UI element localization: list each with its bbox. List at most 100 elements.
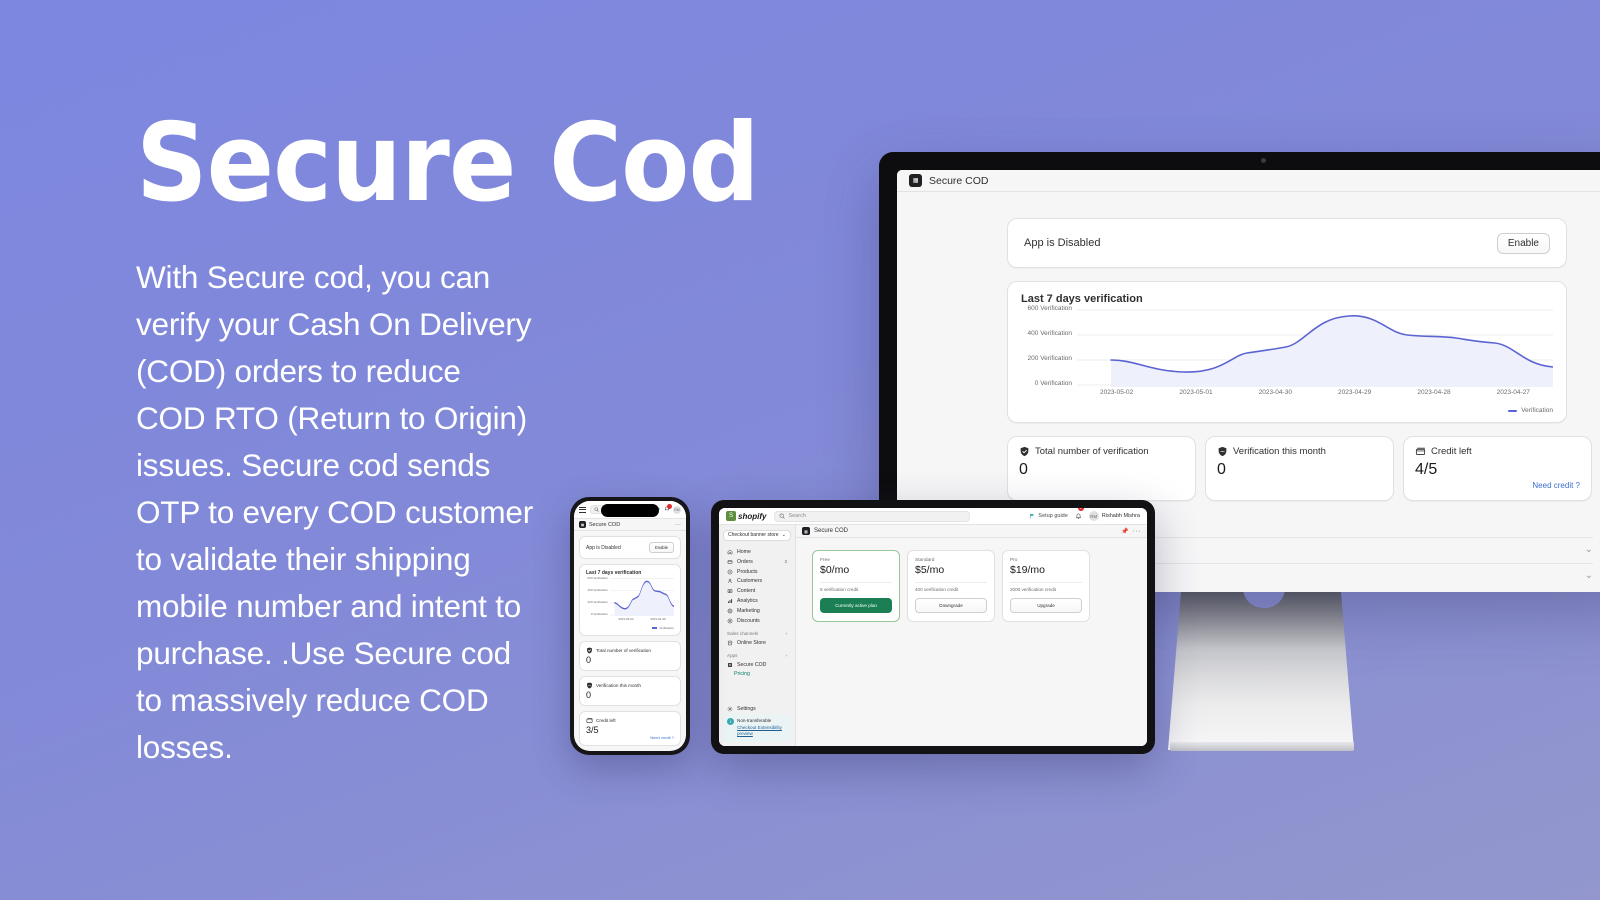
plan-action-button[interactable]: Currently active plan (820, 597, 892, 613)
customers-icon (727, 578, 733, 584)
app-grid-icon: ▦ (579, 521, 586, 528)
notice-link[interactable]: Checkout Extensibility (737, 725, 782, 730)
app-status-card: App is Disabled Enable (1007, 218, 1567, 268)
stat-value: 3/5 (586, 725, 599, 735)
shield-check-icon (1019, 446, 1030, 457)
sidebar-item-online-store[interactable]: Online Store (723, 638, 791, 648)
checkout-extensibility-notice[interactable]: i Non-transferable Checkout Extensibilit… (723, 714, 791, 742)
sidebar-item-products[interactable]: Products (723, 567, 791, 577)
sidebar-item-label: Analytics (737, 598, 758, 605)
monitor-stand-foot (1170, 742, 1354, 751)
content-icon (727, 588, 733, 594)
app-context-title: Secure COD (814, 528, 849, 534)
sales-channels-section-title: Sales channels › (723, 626, 791, 638)
search-placeholder: Search (788, 513, 806, 519)
desktop-app-title: Secure COD (929, 174, 989, 187)
phone-stat-card-month-verification: Verification this month 0 (579, 676, 681, 706)
plan-action-button[interactable]: Upgrade (1010, 597, 1082, 613)
enable-button[interactable]: Enable (1496, 232, 1550, 254)
marketing-icon (727, 608, 733, 614)
stat-label: Total number of verification (1035, 446, 1149, 457)
sidebar-subitem-pricing[interactable]: Pricing (723, 670, 791, 679)
shopify-bag-icon: S (726, 511, 736, 521)
setup-guide-button[interactable]: Setup guide (1029, 513, 1068, 519)
need-credit-link[interactable]: Need credit ? (1532, 481, 1580, 490)
chevron-right-icon[interactable]: › (785, 653, 787, 658)
user-menu[interactable]: RM Rishabh Mishra (1088, 511, 1140, 521)
x-tick-label: 2023-04-27 (1496, 389, 1530, 396)
phone-scroll-area[interactable]: App is Disabled Enable Last 7 days verif… (574, 531, 686, 751)
discounts-icon (727, 618, 733, 624)
y-tick-label: 0 Verification (590, 612, 608, 616)
user-name: Rishabh Mishra (1101, 513, 1140, 519)
chart-x-axis: 2023-05-02 2023-05-01 2023-04-30 2023-04… (1077, 389, 1553, 396)
sidebar-item-label: Settings (737, 706, 756, 713)
shopify-topbar: S shopify Search Setup guide RM Rishabh … (719, 508, 1147, 525)
credit-card-icon (1415, 446, 1426, 457)
notice-line-1: Non-transferable (737, 718, 772, 724)
plan-action-button[interactable]: Downgrade (915, 597, 987, 613)
y-tick-label: 200 Verification (587, 600, 608, 604)
stat-label: Credit left (596, 718, 616, 723)
chart-y-axis: 600 Verification 400 Verification 200 Ve… (586, 576, 609, 616)
plan-card-pro: Pro $19/mo 2000 verification credit Upgr… (1002, 550, 1090, 622)
more-horizontal-icon[interactable]: ··· (675, 522, 681, 528)
phone-dynamic-island (601, 504, 659, 517)
plan-card-standard: Standard $5/mo 400 verification credit D… (907, 550, 995, 622)
legend-label: Verification (659, 626, 674, 630)
flag-icon (1029, 513, 1035, 519)
sidebar-item-analytics[interactable]: Analytics (723, 596, 791, 606)
x-tick-label: 2023-05-02 (1100, 389, 1134, 396)
need-credit-link[interactable]: Need credit ? (650, 735, 674, 740)
sidebar-item-home[interactable]: Home (723, 547, 791, 557)
phone-bezel: Search RM ▦ Secure COD ··· (570, 497, 690, 755)
hero-description: With Secure cod, you can verify your Cas… (136, 259, 534, 765)
more-horizontal-icon[interactable]: ··· (1133, 528, 1142, 535)
tablet-device: S shopify Search Setup guide RM Rishabh … (711, 500, 1155, 754)
chart-area: 600 Verification 400 Verification 200 Ve… (1021, 305, 1554, 401)
chevron-right-icon[interactable]: › (785, 631, 787, 636)
sidebar-item-customers[interactable]: Customers (723, 577, 791, 587)
orders-icon (727, 559, 733, 565)
app-grid-icon: ▦ (802, 527, 810, 535)
avatar[interactable]: RM (673, 505, 681, 514)
enable-button[interactable]: Enable (648, 542, 674, 553)
phone-stat-card-total-verification: Total number of verification 0 (579, 641, 681, 671)
sidebar-item-orders[interactable]: Orders 3 (723, 557, 791, 567)
notifications-bell-icon[interactable] (664, 503, 672, 514)
shopify-logo[interactable]: S shopify (726, 511, 766, 521)
search-input[interactable]: Search (774, 510, 971, 522)
sidebar-item-discounts[interactable]: Discounts (723, 616, 791, 626)
notifications-bell-icon[interactable]: 1 (1075, 508, 1084, 525)
hamburger-menu-icon[interactable] (579, 506, 586, 513)
notice-line-3: preview (737, 730, 753, 736)
x-tick-label: 2023-04-30 (1258, 389, 1292, 396)
webcam-icon (1261, 158, 1266, 163)
chart-plot (1077, 309, 1554, 387)
sidebar-item-secure-cod[interactable]: Secure COD (723, 660, 791, 670)
plan-credit: 2000 verification credit (1010, 586, 1056, 592)
plan-price: $5/mo (915, 564, 945, 576)
plan-price: $0/mo (820, 564, 850, 576)
sidebar-item-label: Secure COD (737, 661, 767, 668)
shield-icon (586, 682, 593, 689)
section-label: Sales channels (727, 630, 759, 636)
notification-badge: 1 (1077, 508, 1084, 511)
shield-check-icon (586, 647, 593, 654)
y-tick-label: 200 Verification (1027, 355, 1072, 362)
store-icon (727, 640, 733, 646)
setup-guide-label: Setup guide (1038, 513, 1068, 519)
y-tick-label: 600 Verification (587, 576, 608, 580)
sidebar-item-marketing[interactable]: Marketing (723, 606, 791, 616)
pin-icon[interactable]: 📌 (1121, 528, 1128, 535)
products-icon (727, 569, 733, 575)
stat-value: 0 (586, 690, 592, 700)
sidebar-item-content[interactable]: Content (723, 586, 791, 596)
page-title: Secure Cod (136, 101, 760, 226)
chart-legend: Verification (586, 626, 674, 630)
verification-line-chart (610, 578, 675, 616)
phone-stat-card-credit-left: Credit left 3/5 Need credit ? (579, 711, 681, 746)
store-selector[interactable]: Checkout banner store ⌄ (723, 530, 791, 541)
sidebar-item-settings[interactable]: Settings (723, 705, 791, 715)
chart-legend: Verification (1021, 407, 1553, 414)
